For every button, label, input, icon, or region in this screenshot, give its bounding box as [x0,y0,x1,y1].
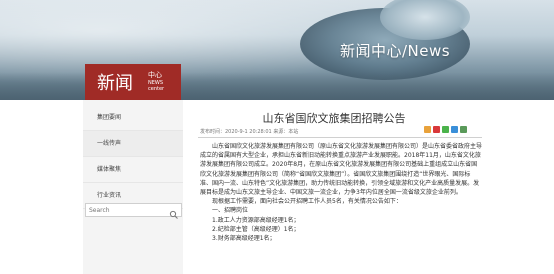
badge-cn-text: 中心 [148,71,162,79]
article-title: 山东省国欣文旅集团招聘公告 [262,112,406,125]
header-banner: 新闻中心/News [0,0,554,100]
sidebar-item-frontline[interactable]: 一线传声 [83,131,183,157]
news-section-badge: 新闻 中心 NEWS center [85,64,181,100]
share-qzone-icon[interactable] [424,126,431,133]
sidebar: 集团要闻 一线传声 媒体聚焦 行业资讯 [83,100,183,274]
list-item: 2.纪检部主管（高级经理）1名； [212,225,300,233]
share-bar [424,126,467,135]
article-meta: 发布时间：2020-9-1 20:28:01 来源：本站 [200,129,299,135]
paragraph-intro: 山东省国欣文化旅游发展集团有限公司（原山东省文化旅游发展集团有限公司）是山东省委… [200,143,483,197]
list-item: 3.财务部高级经理1名； [212,235,276,243]
paragraph-notice: 现根据工作需要，面向社会公开招聘工作人员5名，有关情况公告如下： [212,198,402,206]
list-item: 1.政工人力资源部高级经理1名； [212,216,300,224]
share-qq-icon[interactable] [451,126,458,133]
banner-water [0,72,554,100]
article-body: 山东省国欣文化旅游发展集团有限公司（原山东省文化旅游发展集团有限公司）是山东省委… [200,142,482,243]
sidebar-item-group-news[interactable]: 集团要闻 [83,105,183,131]
search-input[interactable] [86,204,168,216]
sidebar-item-media[interactable]: 媒体聚焦 [83,157,183,183]
title-divider [198,137,482,138]
search-icon [169,210,178,219]
search-box [85,203,182,219]
search-button[interactable] [169,205,180,219]
section-heading: 一、招聘岗位 [212,207,249,215]
banner-title: 新闻中心/News [340,42,451,60]
share-more-icon[interactable] [460,126,467,133]
share-wechat-icon[interactable] [442,126,449,133]
badge-en-text: NEWS center [148,80,165,92]
badge-main-text: 新闻 [97,73,133,94]
share-weibo-icon[interactable] [433,126,440,133]
